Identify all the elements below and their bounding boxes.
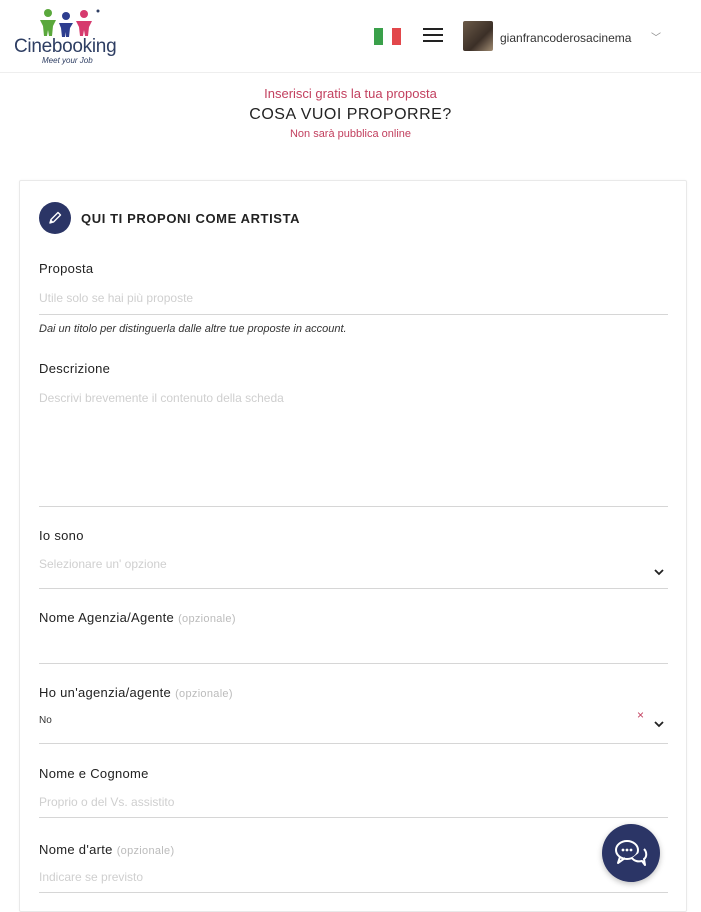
nome-arte-input[interactable]: Indicare se previsto	[39, 868, 599, 890]
field-proposta: Proposta Utile solo se hai più proposte …	[39, 261, 668, 335]
top-header: Cinebooking Meet your Job gianfrancodero…	[0, 0, 701, 73]
agenzia-nome-label: Nome Agenzia/Agente	[39, 610, 175, 625]
avatar[interactable]	[463, 21, 493, 51]
proposta-label: Proposta	[39, 261, 94, 276]
field-nome-cognome: Nome e Cognome Proprio o del Vs. assisti…	[39, 766, 668, 818]
section-title: QUI TI PROPONI COME ARTISTA	[81, 210, 301, 226]
chevron-down-icon[interactable]	[654, 565, 664, 579]
logo-text: Cinebooking	[14, 36, 117, 57]
agenzia-nome-input[interactable]	[39, 633, 668, 661]
logo-tagline: Meet your Job	[42, 56, 93, 65]
intro-note: Non sarà pubblica online	[289, 128, 412, 140]
flag-stripe-red	[392, 28, 401, 45]
proposta-placeholder: Utile solo se hai più proposte	[39, 291, 194, 305]
clear-selection-icon[interactable]: ×	[637, 708, 644, 722]
chat-support-button[interactable]	[602, 824, 660, 882]
io-sono-underline	[39, 588, 668, 589]
agenzia-nome-underline	[39, 663, 668, 664]
proposta-underline	[39, 314, 668, 315]
ho-agenzia-select[interactable]: No ×	[39, 708, 668, 740]
nome-arte-underline	[39, 892, 668, 893]
people-logo-icon	[40, 9, 100, 37]
nome-cognome-label: Nome e Cognome	[39, 766, 149, 781]
optional-tag: (opzionale)	[116, 845, 175, 857]
flag-stripe-green	[374, 28, 383, 45]
nome-cognome-input[interactable]: Proprio o del Vs. assistito	[39, 793, 668, 815]
intro-subtitle: Inserisci gratis la tua proposta	[264, 86, 437, 101]
io-sono-select[interactable]: Selezionare un' opzione	[39, 555, 668, 585]
proposal-form-card: QUI TI PROPONI COME ARTISTA Proposta Uti…	[19, 180, 687, 912]
descrizione-placeholder: Descrivi brevemente il contenuto della s…	[39, 391, 284, 405]
nome-cognome-placeholder: Proprio o del Vs. assistito	[39, 795, 175, 809]
proposta-hint: Dai un titolo per distinguerla dalle alt…	[39, 323, 347, 335]
descrizione-label: Descrizione	[39, 361, 111, 376]
chevron-down-icon[interactable]	[654, 717, 664, 731]
nome-cognome-underline	[39, 817, 668, 818]
flag-stripe-white	[383, 28, 392, 45]
chevron-down-icon[interactable]: ﹀	[651, 29, 661, 44]
pencil-icon	[39, 202, 71, 234]
field-ho-agenzia: Ho un'agenzia/agente (opzionale) No ×	[39, 684, 668, 744]
field-io-sono: Io sono Selezionare un' opzione	[39, 528, 668, 589]
section-header: QUI TI PROPONI COME ARTISTA	[39, 202, 300, 234]
ho-agenzia-label-row: Ho un'agenzia/agente (opzionale)	[39, 684, 668, 702]
intro-block: Inserisci gratis la tua proposta COSA VU…	[0, 86, 701, 140]
io-sono-placeholder: Selezionare un' opzione	[39, 557, 167, 571]
field-descrizione: Descrizione Descrivi brevemente il conte…	[39, 361, 668, 507]
language-flag-italy[interactable]	[374, 28, 401, 45]
nome-arte-placeholder: Indicare se previsto	[39, 870, 144, 884]
chat-bubbles-icon	[615, 840, 648, 866]
descrizione-textarea[interactable]: Descrivi brevemente il contenuto della s…	[39, 389, 668, 499]
cinebooking-logo[interactable]: Cinebooking Meet your Job	[12, 8, 124, 66]
username[interactable]: gianfrancoderosacinema	[500, 31, 631, 45]
nome-arte-label-row: Nome d'arte (opzionale)	[39, 841, 668, 859]
descrizione-underline	[39, 506, 668, 507]
page-title: COSA VUOI PROPORRE?	[249, 106, 452, 123]
field-agenzia-nome: Nome Agenzia/Agente (opzionale)	[39, 609, 668, 664]
ho-agenzia-label: Ho un'agenzia/agente	[39, 685, 172, 700]
proposta-input[interactable]: Utile solo se hai più proposte	[39, 289, 668, 313]
io-sono-label: Io sono	[39, 528, 84, 543]
agenzia-nome-label-row: Nome Agenzia/Agente (opzionale)	[39, 609, 668, 627]
ho-agenzia-underline	[39, 743, 668, 744]
ho-agenzia-value: No	[39, 715, 52, 726]
hamburger-menu-icon[interactable]	[423, 28, 443, 44]
optional-tag: (opzionale)	[178, 613, 236, 625]
field-nome-arte: Nome d'arte (opzionale) Indicare se previ…	[39, 841, 668, 893]
optional-tag: (opzionale)	[175, 688, 233, 700]
nome-arte-label: Nome d'arte	[39, 842, 113, 857]
